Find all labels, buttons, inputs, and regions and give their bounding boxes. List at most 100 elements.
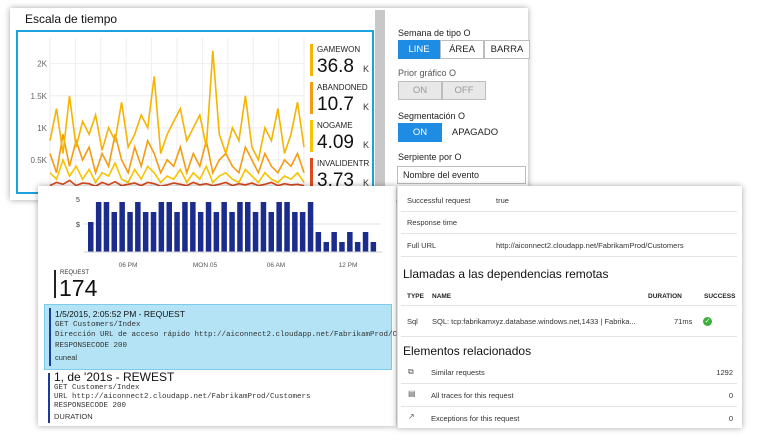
request-histogram: 5 $06 PM MON 05 06 AM 12 PM (76, 197, 382, 269)
col-duration: DURATION (648, 293, 682, 300)
y-tick-label: 0.5K (31, 156, 48, 165)
legend-series-value: 10.7 (317, 94, 354, 115)
dependencies-title: Llamadas a las dependencias remotas (403, 267, 609, 281)
histogram-scale-mid: $ (76, 222, 80, 229)
chart-type-area[interactable]: ÁREA (440, 40, 484, 59)
histogram-x-label: 12 PM (339, 262, 358, 269)
histogram-bar (370, 242, 377, 252)
histogram-bar (331, 232, 337, 252)
result-item-title: 1, de '201s - REWEST (54, 370, 175, 384)
col-name: NAME (432, 293, 452, 300)
divider (401, 305, 737, 306)
traces-icon: ▤ (408, 389, 416, 398)
result-item-line1: GET Customers/Index (55, 321, 141, 329)
result-item-line3: RESPONSECODE 200 (54, 402, 127, 410)
result-item[interactable]: 1, de '201s - REWEST GET Customers/Index… (44, 370, 390, 426)
histogram-bar (276, 202, 282, 252)
prior-off[interactable]: OFF (442, 81, 486, 100)
legend-series-value: 4.09 (317, 132, 354, 153)
histogram-bar (237, 202, 243, 252)
histogram-bar (284, 202, 290, 252)
histogram-bar (95, 202, 102, 252)
histogram-bar (347, 232, 353, 252)
success-check-icon: ✓ (703, 317, 712, 326)
result-item-selected[interactable]: 1/5/2015, 2:05:52 PM - REQUEST GET Custo… (44, 304, 433, 370)
related-label: Exceptions for this request (431, 414, 520, 423)
legend-color-bar (310, 120, 313, 152)
histogram-bar (268, 212, 274, 252)
legend-series-name: INVALIDENTR (317, 159, 370, 168)
prop-key-success: Successful request (407, 196, 471, 205)
histogram-bar (252, 212, 259, 252)
related-label: Similar requests (431, 368, 485, 377)
legend-series-unit: K (363, 102, 369, 112)
histogram-x-label: 06 AM (267, 262, 285, 269)
result-item-line4: DURATION (54, 412, 93, 421)
prop-key-url: Full URL (407, 241, 437, 250)
similar-requests-icon: ⧉ (408, 367, 414, 376)
legend-series-name: GAMEWON (317, 45, 360, 54)
legend-color-bar (310, 44, 313, 76)
histogram-bar (158, 202, 165, 252)
histogram-bar (299, 212, 306, 252)
result-item-line4: cuneal (55, 353, 78, 362)
histogram-bar (197, 212, 204, 252)
dep-type: Sql (407, 317, 418, 326)
histogram-bar (339, 242, 345, 252)
chart-type-line[interactable]: LINE (398, 40, 440, 59)
histogram-x-label: MON 05 (193, 262, 218, 269)
timeline-chart-frame[interactable]: 2K 1.5K 1K 0.5K GAMEWON 36.8 K ABANDONED 10.7 K NO… (16, 30, 374, 194)
dep-duration: 71ms (674, 317, 693, 326)
prior-toggle[interactable]: ON OFF (398, 81, 486, 100)
histogram-bar (127, 212, 133, 252)
histogram-bar (323, 242, 329, 252)
chart-type-selector[interactable]: LINE ÁREA BARRA (398, 40, 530, 59)
histogram-bar (205, 202, 212, 252)
related-traces[interactable]: ▤ All traces for this request 0 (401, 385, 737, 405)
exceptions-icon: ↗ (408, 412, 415, 421)
split-by-field[interactable]: Nombre del evento (397, 166, 526, 184)
segmentation-label: Segmentación O (398, 111, 466, 121)
histogram-bar (111, 212, 117, 252)
legend-series-unit: K (363, 140, 369, 150)
related-exceptions[interactable]: ↗ Exceptions for this request 0 (401, 408, 737, 428)
prior-on[interactable]: ON (398, 81, 442, 100)
histogram-bar (362, 232, 369, 252)
timeline-title: Escala de tiempo (25, 12, 118, 26)
histogram-bar (229, 212, 235, 252)
prop-value-url[interactable]: http://aiconnect2.cloudapp.net/FabrikamP… (496, 241, 684, 250)
histogram-bar (88, 222, 94, 252)
result-item-line1: GET Customers/Index (54, 384, 140, 392)
result-item-marker (49, 308, 51, 366)
split-by-label: Serpiente por O (398, 152, 462, 162)
request-count: 174 (59, 275, 98, 301)
chart-type-bar[interactable]: BARRA (484, 40, 530, 59)
y-tick-label: 1K (37, 124, 47, 133)
histogram-bar (135, 202, 141, 252)
histogram-bar (182, 202, 188, 252)
histogram-bar (221, 202, 227, 252)
histogram-bar (190, 202, 196, 252)
histogram-bar (260, 202, 267, 252)
segmentation-on[interactable]: ON (398, 123, 442, 142)
histogram-bar (150, 212, 157, 252)
prop-key-response-time: Response time (407, 218, 458, 227)
histogram-bar (174, 212, 180, 252)
y-tick-label: 2K (37, 60, 47, 69)
dep-name: SQL: tcp:fabrikamxyz.database.windows.ne… (432, 317, 636, 326)
histogram-bar (315, 232, 322, 252)
related-similar-requests[interactable]: ⧉ Similar requests 1292 (401, 362, 737, 382)
dependency-row[interactable]: Sql SQL: tcp:fabrikamxyz.database.window… (401, 310, 737, 332)
result-item-marker (48, 373, 50, 423)
divider (401, 233, 737, 234)
vertical-scrollbar[interactable] (375, 10, 385, 200)
histogram-scale-top: 5 (76, 197, 80, 204)
segmentation-toggle[interactable]: ON APAGADO (398, 123, 508, 142)
result-item-title: 1/5/2015, 2:05:52 PM - REQUEST (55, 309, 185, 319)
histogram-x-label: 06 PM (119, 262, 138, 269)
divider (401, 336, 737, 337)
segmentation-off[interactable]: APAGADO (442, 123, 508, 142)
related-count: 0 (728, 391, 733, 400)
histogram-bar (213, 212, 220, 252)
result-item-url: Dirección URL de acceso rápido http://ai… (55, 331, 434, 339)
